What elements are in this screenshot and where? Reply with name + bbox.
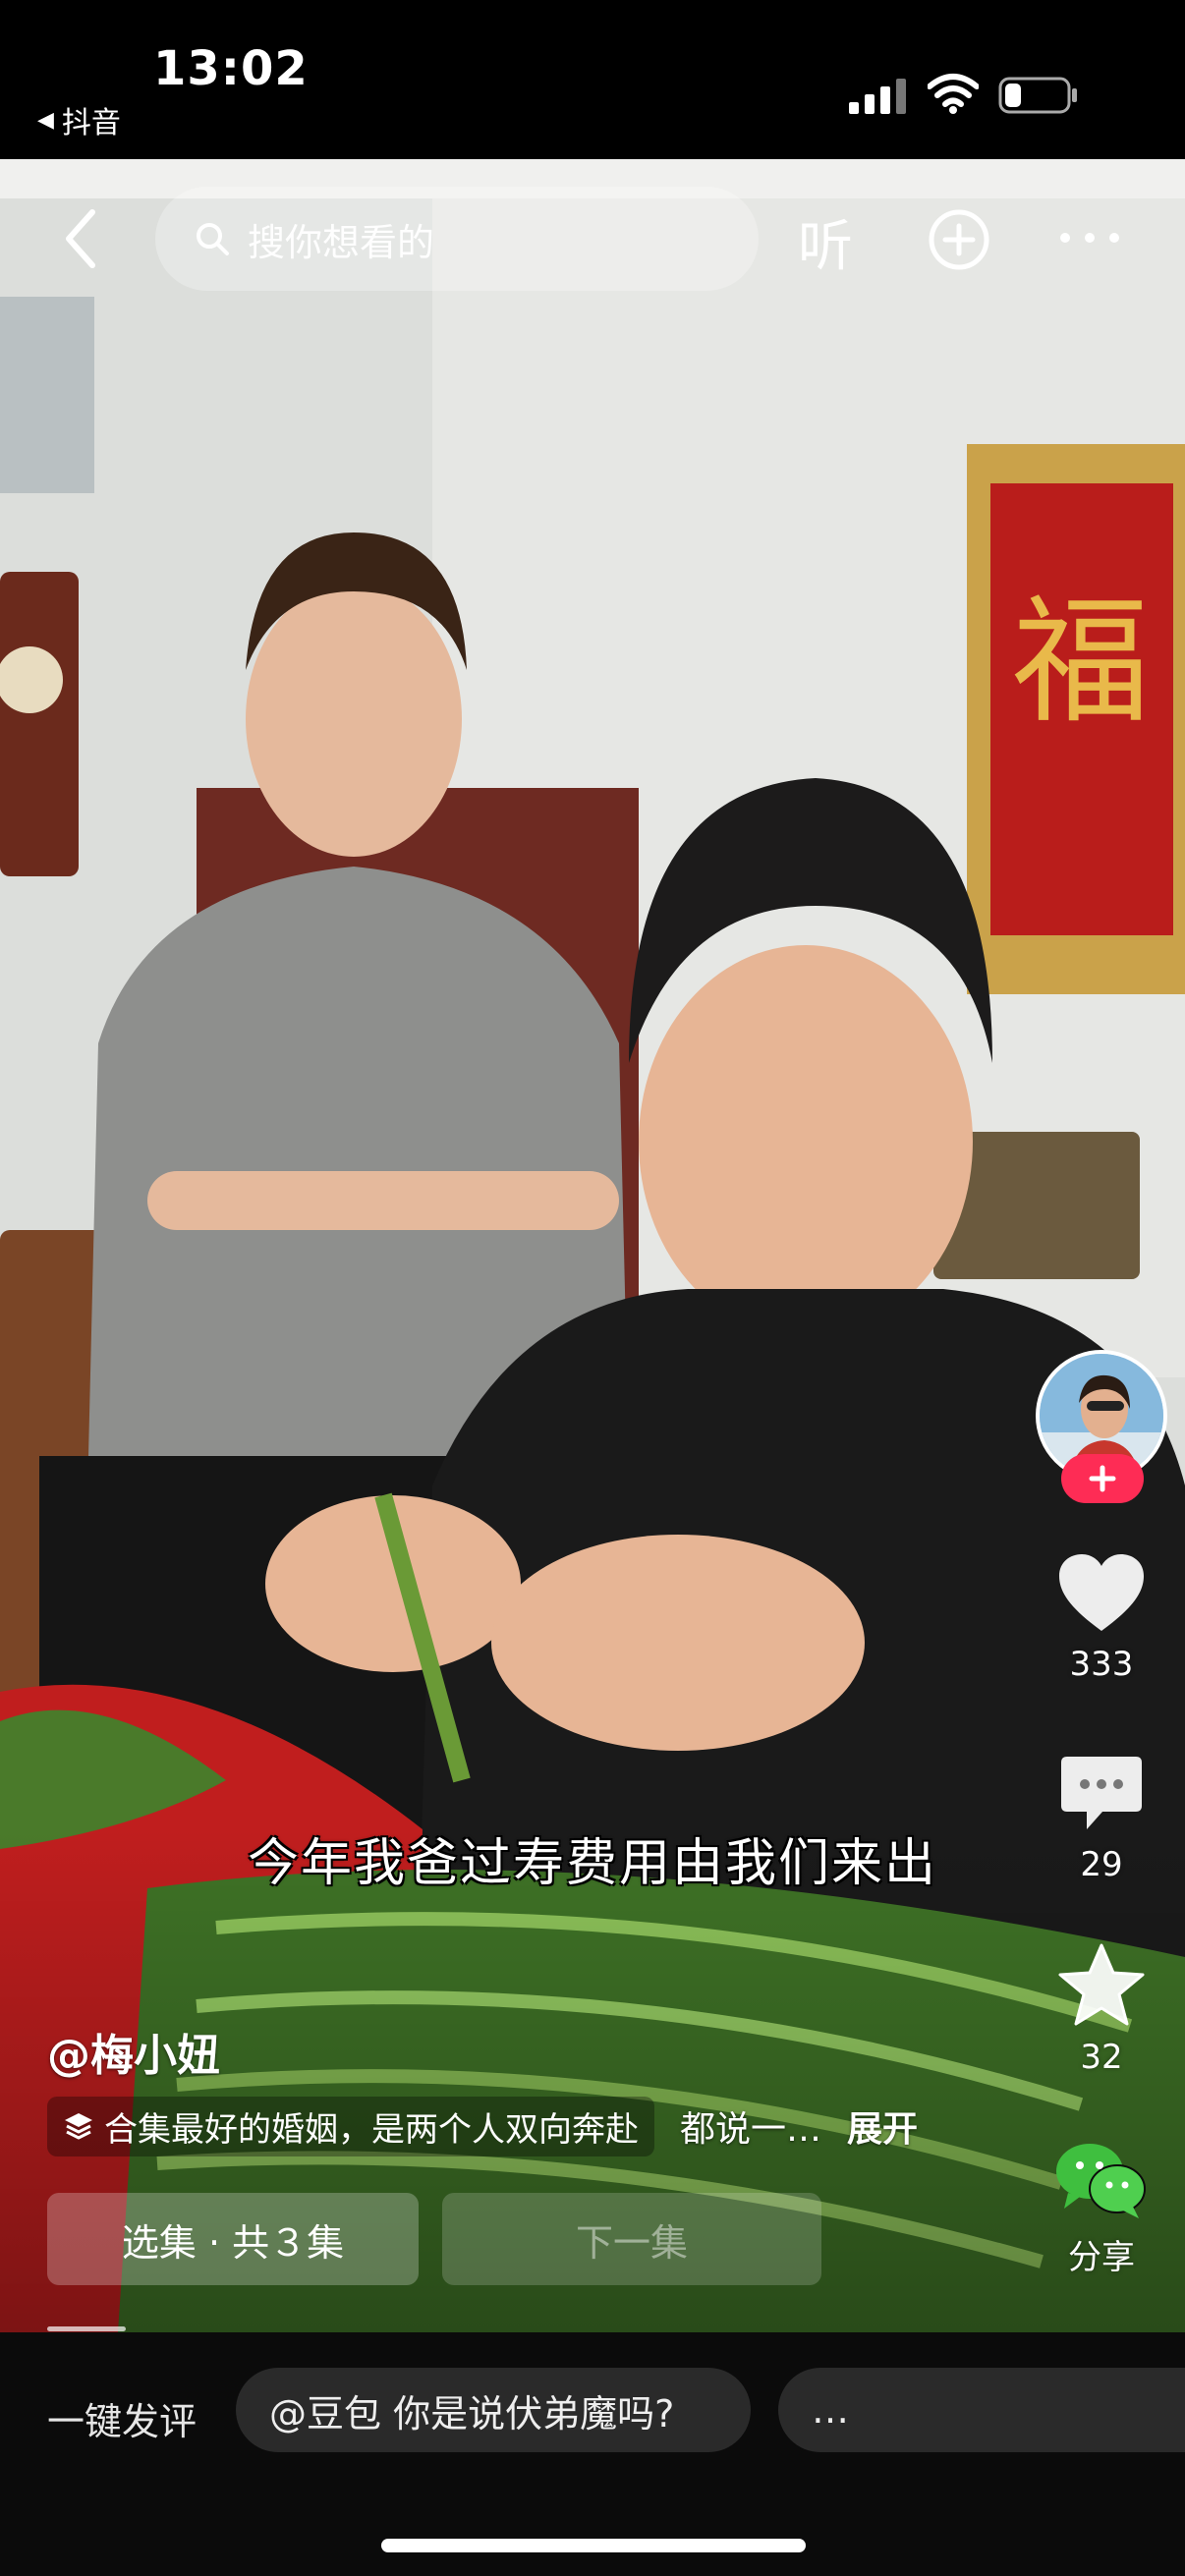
battery-icon xyxy=(998,77,1077,114)
heart-icon xyxy=(1059,1554,1144,1631)
search-placeholder: 搜你想看的 xyxy=(248,220,435,264)
video-subtitle: 今年我爸过寿费用由我们来出 xyxy=(247,1834,937,1893)
search-icon xyxy=(197,223,229,255)
status-bar: 13:02 ◀ 抖音 xyxy=(0,0,1185,159)
listen-button[interactable]: 听 xyxy=(798,202,853,282)
progress-bar[interactable] xyxy=(47,2326,126,2331)
next-episode-button[interactable]: 下一集 xyxy=(442,2193,821,2285)
back-button[interactable] xyxy=(57,204,106,273)
quick-comment-label: 一键发评 xyxy=(47,2400,198,2443)
expand-button[interactable]: 展开 xyxy=(847,2100,918,2152)
wechat-icon xyxy=(1056,2144,1146,2218)
video-player[interactable]: 福 xyxy=(0,159,1185,2332)
wifi-icon xyxy=(928,74,979,114)
home-indicator[interactable] xyxy=(381,2539,806,2552)
svg-text:福: 福 xyxy=(1012,583,1150,743)
video-description: 都说一… xyxy=(680,2109,822,2150)
back-app-label: 抖音 xyxy=(61,106,121,140)
author-name[interactable]: @梅小妞 xyxy=(47,2020,220,2083)
comment-suggestion-chip[interactable]: … xyxy=(778,2368,1185,2452)
layers-icon xyxy=(65,2113,92,2140)
search-input[interactable]: 搜你想看的 xyxy=(155,187,759,291)
back-triangle-icon: ◀ xyxy=(37,107,54,133)
favorite-count: 32 xyxy=(1080,2038,1123,2077)
star-icon xyxy=(1058,1943,1145,2026)
plus-icon xyxy=(1089,1465,1116,1492)
favorite-button[interactable]: 32 xyxy=(1038,1941,1165,2077)
description-row: 合集最好的婚姻，是两个人双向奔赴 都说一… 展开 xyxy=(47,2093,918,2159)
video-frame-image: 福 xyxy=(0,159,1185,2332)
status-time: 13:02 xyxy=(153,41,309,96)
follow-button[interactable] xyxy=(1061,1454,1144,1503)
back-to-app-link[interactable]: ◀ 抖音 xyxy=(37,98,121,141)
like-count: 333 xyxy=(1069,1645,1134,1684)
collection-label: 合集最好的婚姻，是两个人双向奔赴 xyxy=(104,2109,639,2150)
like-button[interactable]: 333 xyxy=(1038,1552,1165,1684)
episodes-button[interactable]: 选集 · 共３集 xyxy=(47,2193,419,2285)
signal-icon xyxy=(849,79,906,114)
collection-tag[interactable]: 合集最好的婚姻，是两个人双向奔赴 xyxy=(47,2096,654,2156)
share-label: 分享 xyxy=(1068,2238,1135,2277)
add-circle-icon[interactable] xyxy=(928,208,990,271)
more-options-icon[interactable] xyxy=(1057,228,1122,248)
share-button[interactable]: 分享 xyxy=(1038,2138,1165,2278)
comment-suggestion-chip[interactable]: @豆包 你是说伏弟魔吗? xyxy=(236,2368,751,2452)
